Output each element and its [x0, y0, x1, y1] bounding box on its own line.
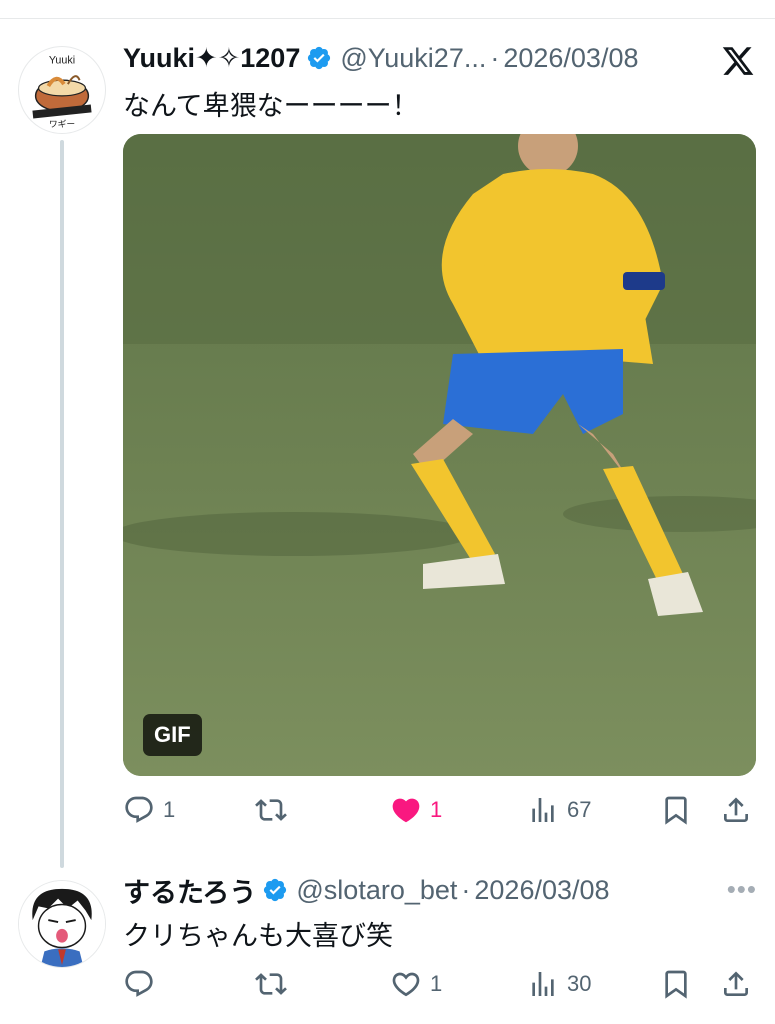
handle[interactable]: @Yuuki27...: [340, 43, 486, 74]
heart-filled-icon: [392, 798, 420, 823]
tweet-actions: 1 30: [123, 964, 763, 1004]
verified-badge-icon: [308, 46, 331, 70]
timestamp[interactable]: 2026/03/08: [503, 43, 638, 74]
x-logo-icon[interactable]: [721, 44, 755, 78]
verified-badge-icon: [264, 878, 287, 902]
separator-dot: ·: [461, 874, 471, 905]
reply-count: 1: [163, 797, 176, 822]
more-icon[interactable]: •••: [727, 874, 757, 905]
timestamp[interactable]: 2026/03/08: [474, 875, 609, 906]
like-button[interactable]: 1: [390, 790, 442, 830]
views-count: 67: [567, 797, 592, 822]
views-chart-icon: [532, 798, 554, 822]
gif-frame-image: [123, 134, 756, 776]
reply-icon: [125, 970, 153, 997]
gif-badge: GIF: [143, 714, 202, 756]
tweet-actions: 1 1 67: [123, 790, 763, 830]
top-divider: [0, 18, 775, 19]
reply-button[interactable]: 1: [123, 790, 175, 830]
tweet[interactable]: するたろう @slotaro_bet · 2026/03/08 ••• クリちゃ…: [0, 868, 775, 1018]
tweet-text: クリちゃんも大喜び笑: [123, 921, 393, 951]
tweet-header: Yuuki✦✧1207 @Yuuki27... · 2026/03/08: [123, 40, 695, 76]
avatar[interactable]: [18, 880, 106, 968]
views-count: 30: [567, 971, 592, 996]
tweet[interactable]: Yuuki ワギー Yuuki✦✧1207 @Yuuki27... · 2026…: [0, 30, 775, 850]
tweet-header: するたろう @slotaro_bet · 2026/03/08: [123, 872, 695, 908]
repost-button[interactable]: [255, 964, 295, 1004]
bookmark-icon: [665, 796, 687, 825]
share-icon: [724, 797, 748, 822]
separator-dot: ·: [490, 42, 500, 73]
repost-icon: [255, 973, 287, 995]
views-button[interactable]: 67: [527, 790, 591, 830]
repost-icon: [255, 799, 287, 821]
like-button[interactable]: 1: [390, 964, 442, 1004]
tweet-media-gif[interactable]: GIF: [123, 134, 756, 776]
bookmark-icon: [665, 970, 687, 999]
share-icon: [724, 971, 748, 996]
reply-icon: [125, 796, 153, 823]
views-button[interactable]: 30: [527, 964, 591, 1004]
repost-button[interactable]: [255, 790, 295, 830]
handle[interactable]: @slotaro_bet: [296, 875, 457, 906]
bookmark-button[interactable]: [660, 790, 692, 830]
like-count: 1: [430, 797, 443, 822]
avatar-logo-text-top: Yuuki: [49, 55, 75, 67]
avatar[interactable]: Yuuki ワギー: [18, 46, 106, 134]
share-button[interactable]: [720, 790, 752, 830]
bookmark-button[interactable]: [660, 964, 692, 1004]
tweet-text: なんて卑猥なーーーー！: [123, 91, 419, 121]
heart-outline-icon: [392, 972, 420, 997]
reply-button[interactable]: [123, 964, 163, 1004]
display-name[interactable]: するたろう: [123, 871, 256, 910]
share-button[interactable]: [720, 964, 752, 1004]
avatar-logo-text-bottom: ワギー: [49, 119, 75, 130]
display-name[interactable]: Yuuki✦✧1207: [123, 43, 300, 74]
like-count: 1: [430, 971, 443, 996]
views-chart-icon: [532, 972, 554, 996]
